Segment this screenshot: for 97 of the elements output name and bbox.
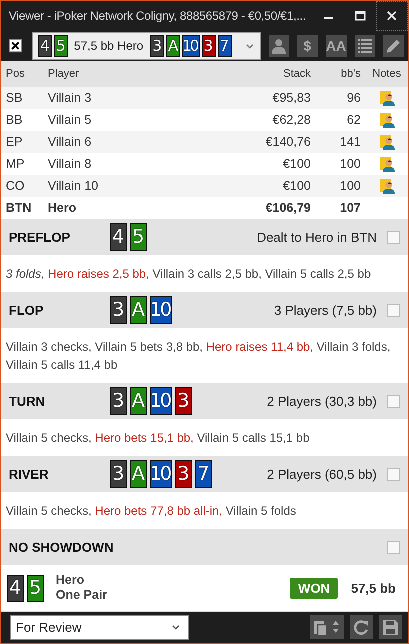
table-cell: 100 [316, 175, 366, 198]
action-line: Villain 5 checks, Hero bets 77,8 bb all-in, Villain 5 folds [5, 503, 298, 520]
table-cell-text: Villain 8 [47, 156, 93, 174]
playing-card: 3 [110, 387, 127, 416]
chevron-icon [246, 44, 254, 49]
table-cell-text: BTN [5, 200, 33, 218]
checkbox[interactable] [387, 540, 400, 554]
toolbar-button[interactable]: AA [326, 35, 347, 58]
action-line: Villain 3 checks, Villain 5 bets 3,8 bb, Hero raises 11,4 bb, Villain 3 folds, Villain 5 calls 11,4 bb [5, 339, 392, 374]
column-header: Pos [1, 61, 43, 88]
hand-selector[interactable]: 4 5 57,5 bb Hero 3 A 10 3 7 [32, 32, 261, 60]
chevron-icon [172, 624, 180, 630]
action-line: Villain 5 checks, Hero bets 15,1 bb, Villain 5 calls 15,1 bb [5, 430, 311, 448]
table-cell-text: €100 [282, 156, 312, 174]
hand-rank: One Pair [56, 588, 108, 604]
playing-card: A [130, 460, 147, 488]
playing-card: 5 [130, 223, 147, 252]
person-icon [272, 38, 286, 54]
player-name: Hero [56, 573, 86, 588]
table-cell: €95,83 [236, 87, 316, 110]
table-cell: CO [1, 175, 43, 198]
playing-card: A [130, 296, 147, 324]
playing-card: 3 [110, 296, 127, 324]
list-button[interactable] [354, 35, 376, 58]
playing-card: 3 [110, 460, 127, 488]
checkbox[interactable] [387, 304, 400, 317]
column-header: Stack [236, 61, 316, 88]
playing-card: 3 [202, 35, 216, 58]
column-header: bb's [316, 61, 366, 88]
checkbox[interactable] [387, 468, 400, 481]
street-title: RIVER [9, 466, 50, 482]
table-cell: Villain 6 [43, 131, 236, 154]
column-header: Player [43, 61, 236, 88]
playing-card: 5 [27, 574, 44, 602]
checkbox[interactable] [387, 394, 400, 408]
playing-card: 4 [38, 35, 52, 58]
table-cell: 96 [316, 87, 366, 110]
street-info: Dealt to Hero in BTN [257, 230, 377, 245]
table-cell-text: 100 [339, 156, 362, 174]
table-cell: €100 [236, 175, 316, 198]
table-cell-text: €106,79 [264, 200, 312, 218]
playing-card: A [130, 387, 147, 416]
playing-card: A [166, 35, 180, 58]
street-info: 2 Players (60,5 bb) [267, 466, 377, 482]
table-cell-text: BB [5, 112, 24, 130]
playing-card: 5 [54, 35, 68, 58]
toolbar-button[interactable]: $ [297, 35, 318, 58]
playing-card: 10 [150, 387, 172, 416]
won-amount: 57,5 bb [351, 580, 396, 596]
refresh-icon [354, 620, 369, 635]
result-badge: WON [290, 578, 338, 599]
table-cell: EP [1, 131, 43, 154]
refresh-button[interactable] [350, 615, 373, 640]
playing-card: 7 [195, 460, 212, 488]
playing-card: 4 [7, 574, 24, 602]
table-cell: Villain 10 [43, 175, 236, 198]
column-header: Notes [366, 61, 408, 88]
copy-button[interactable] [310, 615, 344, 640]
maximize-icon [354, 11, 366, 21]
table-cell-text: MP [5, 156, 26, 174]
hand-label: 57,5 bb Hero [74, 39, 145, 54]
street-title: FLOP [9, 302, 45, 318]
table-cell: 141 [316, 131, 366, 154]
playing-card: 7 [218, 35, 232, 58]
table-cell: €140,76 [236, 131, 316, 154]
table-cell-text: €62,28 [272, 112, 312, 130]
table-cell-text: 107 [339, 200, 362, 218]
table-cell: Villain 3 [43, 87, 236, 110]
table-cell-text: Villain 5 [47, 112, 93, 130]
close-icon [387, 11, 397, 21]
pencil-icon [386, 38, 402, 54]
close-icon[interactable] [9, 39, 22, 54]
playing-card: 10 [182, 35, 200, 58]
playing-card: 4 [110, 223, 127, 252]
playing-card: 3 [175, 387, 192, 416]
list-icon [358, 39, 372, 54]
table-cell: SB [1, 87, 43, 110]
save-button[interactable] [379, 615, 402, 640]
spinner-icon [332, 620, 340, 634]
checkbox[interactable] [387, 230, 400, 244]
street-title: PREFLOP [9, 230, 72, 245]
review-select[interactable]: For Review [10, 614, 189, 640]
street-info: 2 Players (30,3 bb) [267, 394, 377, 409]
playing-card: 3 [175, 460, 192, 488]
playing-card: 10 [150, 296, 172, 324]
playing-card: 10 [150, 460, 172, 488]
action-line: 3 folds, Hero raises 2,5 bb, Villain 3 calls 2,5 bb, Villain 5 calls 2,5 bb [5, 266, 372, 284]
table-cell-text: 62 [346, 112, 362, 130]
save-icon [383, 620, 398, 635]
table-cell-text: Hero [47, 200, 78, 218]
person-button[interactable] [268, 35, 290, 58]
street-info: 3 Players (7,5 bb) [274, 302, 377, 318]
copy-icon [314, 618, 328, 636]
pencil-button[interactable] [383, 35, 404, 58]
playing-card: 3 [150, 35, 164, 58]
window-title: Viewer - iPoker Network Coligny, 888565879 - €0,50/€1,... [9, 9, 307, 23]
street-title: TURN [9, 394, 46, 409]
